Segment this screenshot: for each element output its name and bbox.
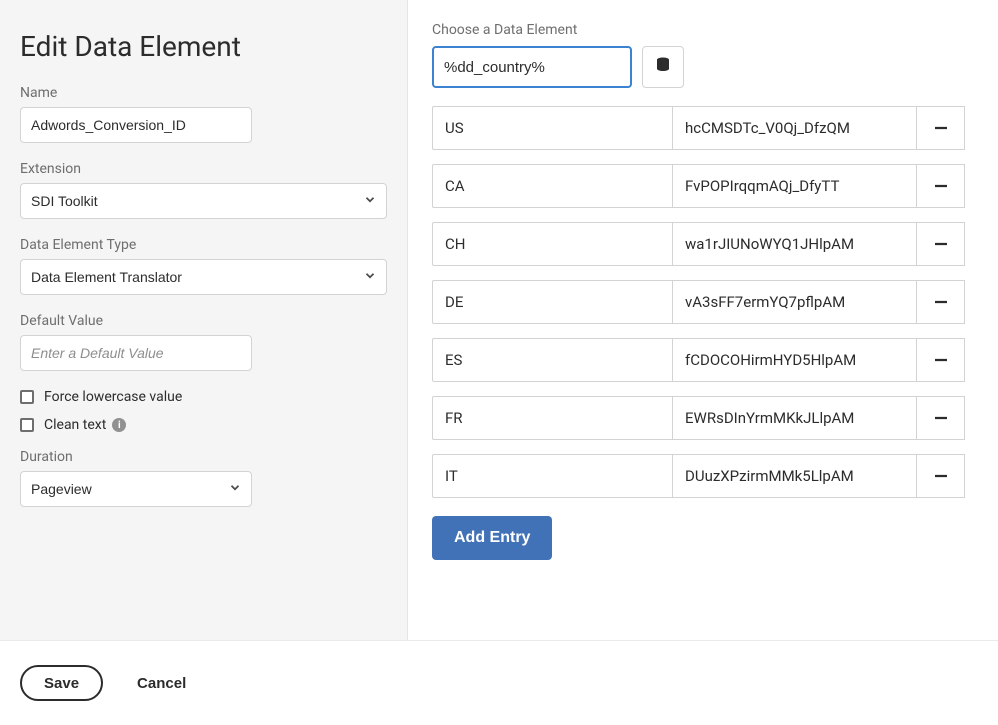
minus-icon [932,177,950,195]
duration-label: Duration [20,449,387,465]
page-title: Edit Data Element [20,30,387,63]
name-label: Name [20,85,252,101]
entry-key-input[interactable]: US [432,106,672,150]
force-lowercase-checkbox[interactable]: Force lowercase value [20,389,387,405]
remove-entry-button[interactable] [917,454,965,498]
type-label: Data Element Type [20,237,387,253]
entries-list: UShcCMSDTc_V0Qj_DfzQMCAFvPOPIrqqmAQj_Dfy… [432,106,974,498]
entry-value-input[interactable]: hcCMSDTc_V0Qj_DfzQM [672,106,917,150]
entry-row: UShcCMSDTc_V0Qj_DfzQM [432,106,974,150]
type-select[interactable] [20,259,387,295]
choose-data-element-label: Choose a Data Element [432,22,974,38]
entry-key-input[interactable]: CA [432,164,672,208]
duration-select[interactable] [20,471,252,507]
force-lowercase-label: Force lowercase value [44,389,182,405]
entry-row: ITDUuzXPzirmMMk5LlpAM [432,454,974,498]
footer-bar: Save Cancel [0,640,998,725]
remove-entry-button[interactable] [917,396,965,440]
left-panel: Edit Data Element Name Extension Data El… [0,0,408,640]
entry-key-input[interactable]: DE [432,280,672,324]
entry-row: ESfCDOCOHirmHYD5HlpAM [432,338,974,382]
entry-value-input[interactable]: vA3sFF7ermYQ7pflpAM [672,280,917,324]
remove-entry-button[interactable] [917,280,965,324]
minus-icon [932,293,950,311]
extension-label: Extension [20,161,387,177]
minus-icon [932,235,950,253]
add-entry-button[interactable]: Add Entry [432,516,552,560]
default-value-label: Default Value [20,313,252,329]
name-input[interactable] [20,107,252,143]
info-icon[interactable]: i [112,418,126,432]
minus-icon [932,467,950,485]
database-icon [654,56,672,78]
data-element-input[interactable] [432,46,632,88]
entry-value-input[interactable]: EWRsDInYrmMKkJLlpAM [672,396,917,440]
entry-row: DEvA3sFF7ermYQ7pflpAM [432,280,974,324]
remove-entry-button[interactable] [917,164,965,208]
checkbox-icon [20,418,34,432]
clean-text-checkbox[interactable]: Clean text i [20,417,387,433]
entry-value-input[interactable]: fCDOCOHirmHYD5HlpAM [672,338,917,382]
checkbox-icon [20,390,34,404]
minus-icon [932,409,950,427]
entry-row: FREWRsDInYrmMKkJLlpAM [432,396,974,440]
cancel-button[interactable]: Cancel [137,675,186,692]
entry-key-input[interactable]: ES [432,338,672,382]
minus-icon [932,119,950,137]
entry-row: CHwa1rJIUNoWYQ1JHlpAM [432,222,974,266]
entry-row: CAFvPOPIrqqmAQj_DfyTT [432,164,974,208]
clean-text-label: Clean text [44,417,106,433]
default-value-input[interactable] [20,335,252,371]
data-element-picker-button[interactable] [642,46,684,88]
minus-icon [932,351,950,369]
remove-entry-button[interactable] [917,106,965,150]
save-button[interactable]: Save [20,665,103,701]
entry-key-input[interactable]: IT [432,454,672,498]
entry-key-input[interactable]: CH [432,222,672,266]
remove-entry-button[interactable] [917,222,965,266]
remove-entry-button[interactable] [917,338,965,382]
entry-value-input[interactable]: DUuzXPzirmMMk5LlpAM [672,454,917,498]
right-panel: Choose a Data Element UShcCMSDTc_V0Qj_Df… [408,0,998,640]
entry-value-input[interactable]: FvPOPIrqqmAQj_DfyTT [672,164,917,208]
entry-key-input[interactable]: FR [432,396,672,440]
extension-select[interactable] [20,183,387,219]
entry-value-input[interactable]: wa1rJIUNoWYQ1JHlpAM [672,222,917,266]
